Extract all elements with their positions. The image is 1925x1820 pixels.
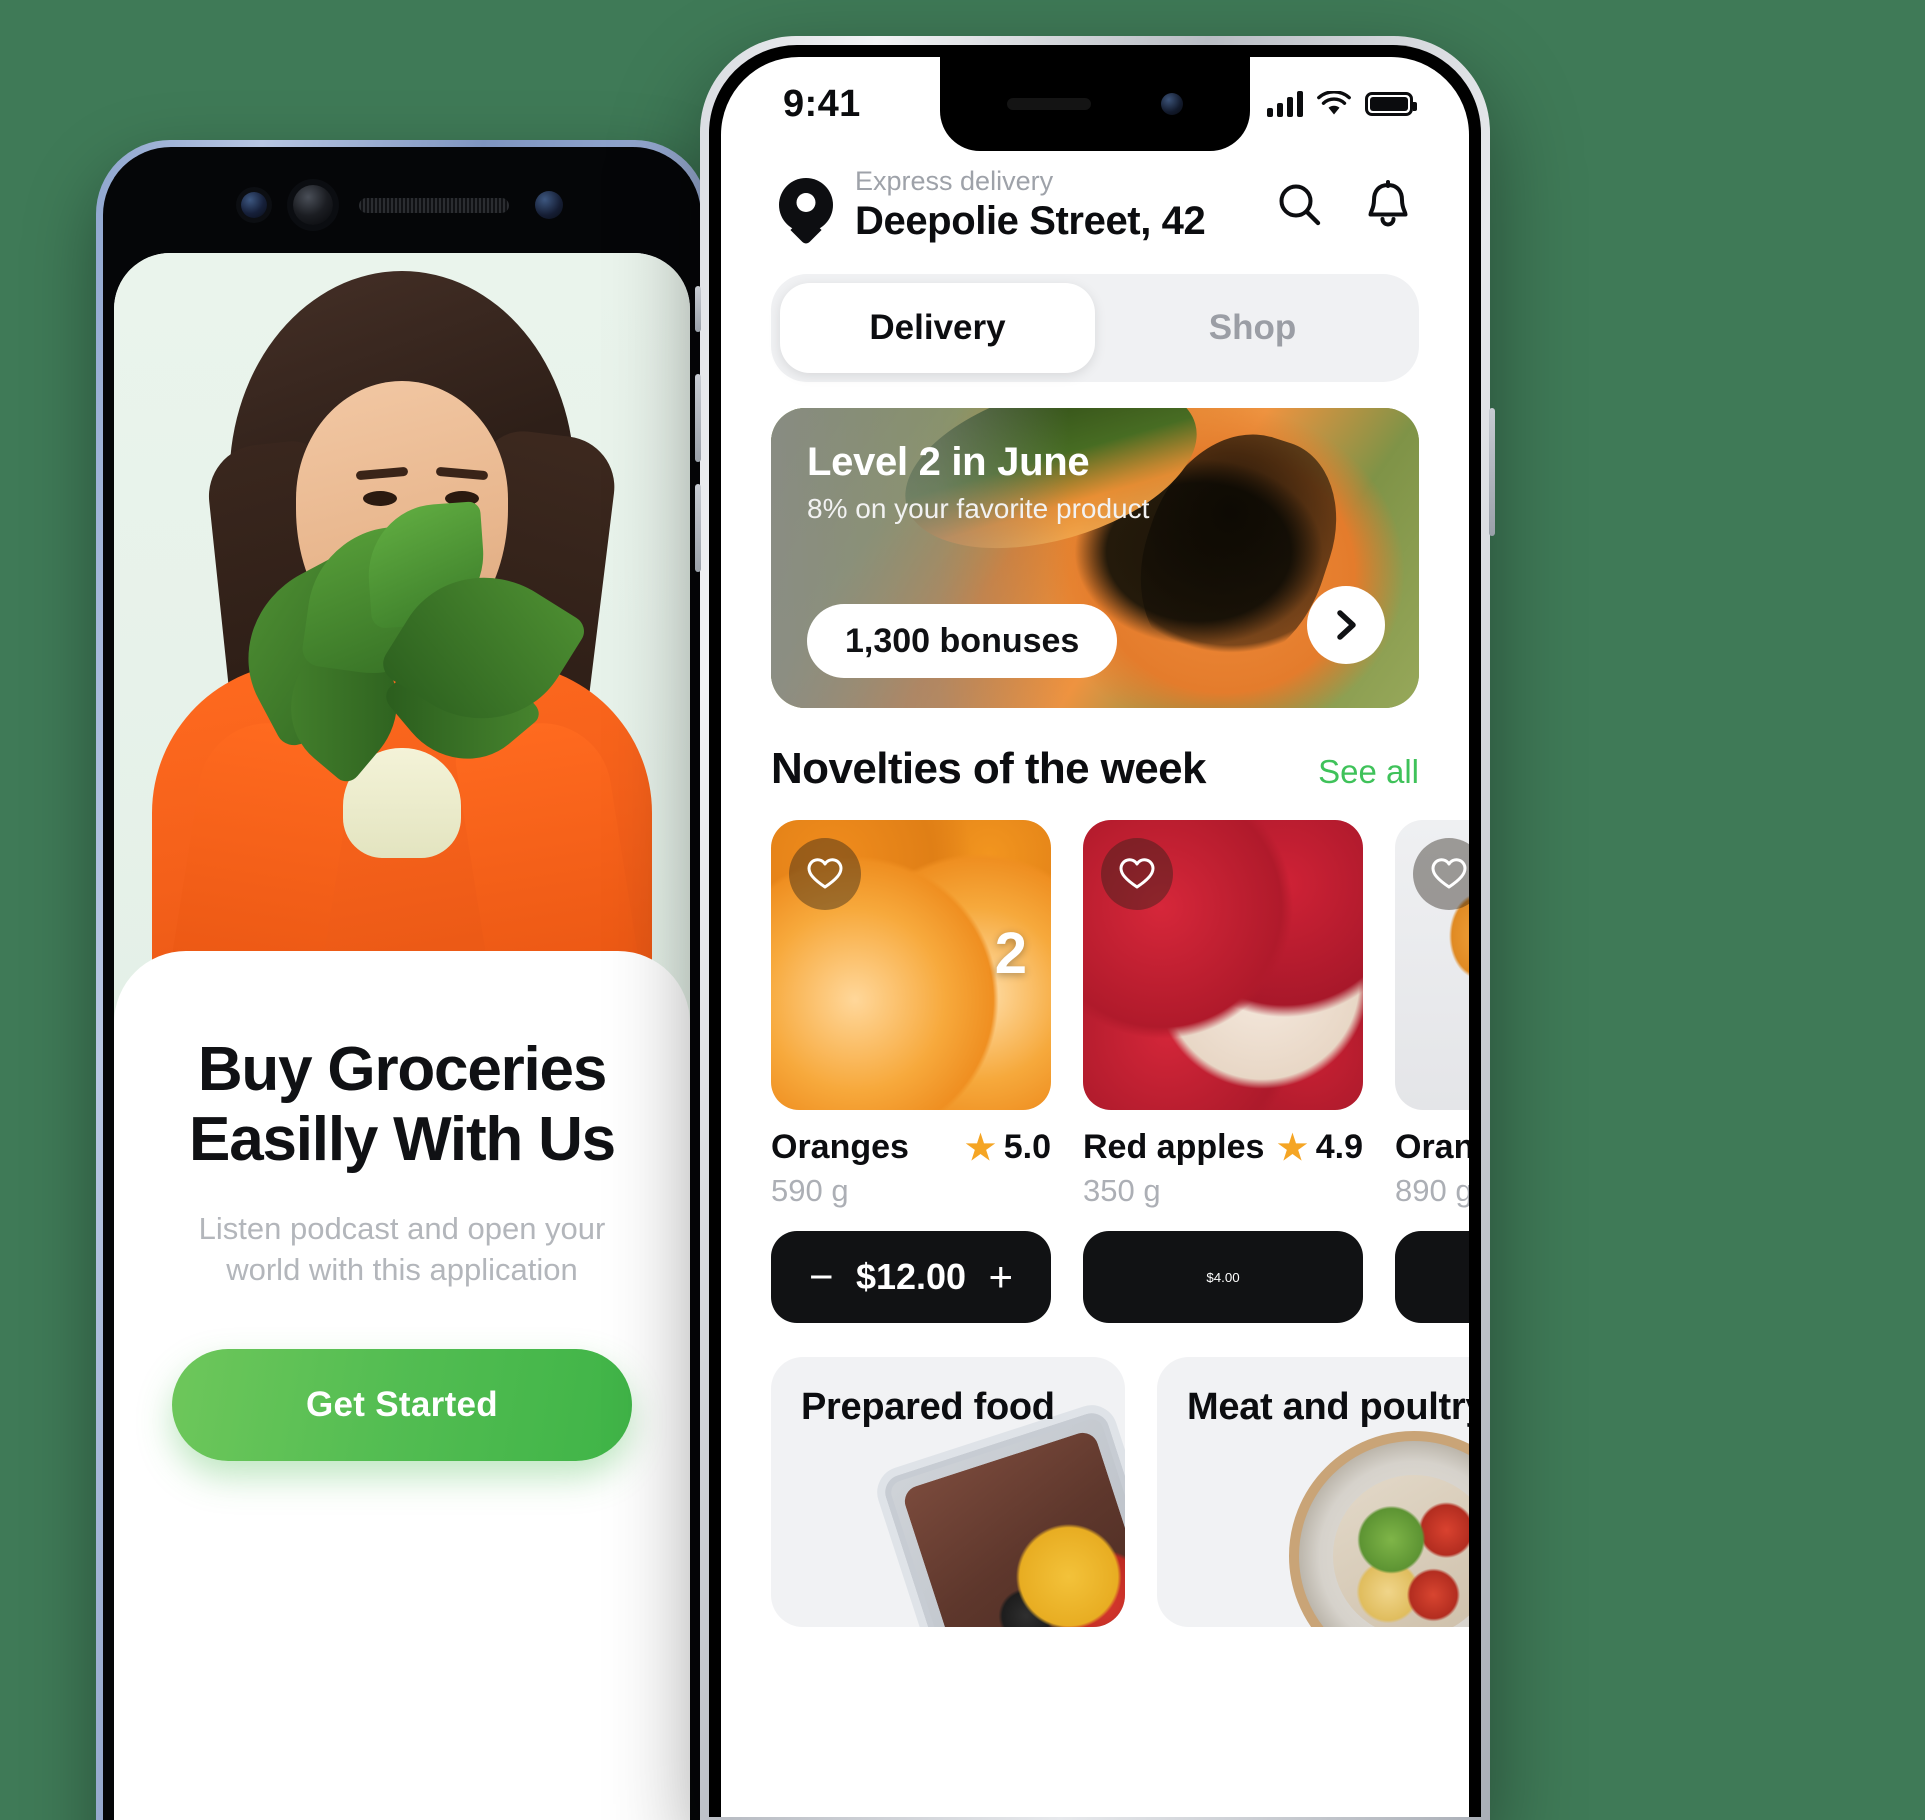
right-phone-mockup: 9:41 Express delivery Deepolie Street, 4… xyxy=(695,36,1495,1820)
category-title: Meat and poultry xyxy=(1187,1386,1469,1429)
product-image: 2 xyxy=(771,820,1051,1111)
favorite-button[interactable] xyxy=(1101,838,1173,911)
left-phone-top-bezel xyxy=(114,157,690,253)
left-phone-mockup: Buy Groceries Easilly With Us Listen pod… xyxy=(96,140,708,1820)
add-to-cart-button[interactable]: $4.00 xyxy=(1083,1231,1363,1324)
delivery-address: Deepolie Street, 42 xyxy=(855,199,1206,244)
camera-lens-icon xyxy=(293,185,333,225)
status-time: 9:41 xyxy=(783,82,861,125)
heart-icon xyxy=(807,858,843,889)
front-camera-icon xyxy=(241,192,267,218)
heart-icon xyxy=(1119,858,1155,889)
right-phone-body: 9:41 Express delivery Deepolie Street, 4… xyxy=(709,45,1481,1817)
address-block[interactable]: Express delivery Deepolie Street, 42 xyxy=(855,165,1249,244)
cellular-signal-icon xyxy=(1267,91,1303,117)
header-actions xyxy=(1271,176,1417,234)
earpiece-speaker-icon xyxy=(359,197,509,213)
tab-shop[interactable]: Shop xyxy=(1095,283,1410,373)
screenshot-stage: Buy Groceries Easilly With Us Listen pod… xyxy=(0,0,1925,1820)
product-weight: 590 g xyxy=(771,1173,849,1209)
product-image xyxy=(1395,820,1469,1111)
quantity-stepper[interactable]: − $12.00 + xyxy=(771,1231,1051,1324)
product-weight: 350 g xyxy=(1083,1173,1161,1209)
onboarding-content-sheet: Buy Groceries Easilly With Us Listen pod… xyxy=(114,951,690,1461)
status-bar: 9:41 xyxy=(721,57,1469,151)
onboarding-headline: Buy Groceries Easilly With Us xyxy=(189,1035,616,1175)
product-rating: ★ 5.0 xyxy=(965,1128,1051,1167)
product-title-row: Red apples ★ 4.9 xyxy=(1083,1128,1363,1167)
volume-up-button[interactable] xyxy=(695,374,701,462)
chevron-right-icon xyxy=(1337,610,1356,641)
product-carousel[interactable]: 2 Oranges ★ 5.0 590 g − $12.00 + Red app… xyxy=(771,820,1469,1324)
promo-banner[interactable]: Level 2 in June 8% on your favorite prod… xyxy=(771,408,1419,709)
rating-value: 5.0 xyxy=(1003,1128,1051,1167)
app-header: Express delivery Deepolie Street, 42 xyxy=(721,151,1469,244)
app-screen: 9:41 Express delivery Deepolie Street, 4… xyxy=(721,57,1469,1817)
promo-title: Level 2 in June xyxy=(807,440,1090,485)
add-to-cart-button[interactable] xyxy=(1395,1231,1469,1324)
product-price: $12.00 xyxy=(855,1256,967,1298)
onboarding-hero-image xyxy=(114,253,690,1023)
map-pin-icon xyxy=(779,177,833,232)
see-all-button[interactable]: See all xyxy=(1318,753,1419,791)
tab-delivery[interactable]: Delivery xyxy=(780,283,1095,374)
product-rating: ★ 4.9 xyxy=(1277,1128,1363,1167)
left-phone-body: Buy Groceries Easilly With Us Listen pod… xyxy=(103,147,701,1820)
wifi-icon xyxy=(1317,91,1351,115)
product-weight: 890 g xyxy=(1395,1173,1469,1209)
status-icons xyxy=(1267,91,1417,117)
prepared-food-image xyxy=(870,1398,1125,1628)
product-title-row: Oranges ★ 5.0 xyxy=(771,1128,1051,1167)
meat-poultry-image xyxy=(1289,1431,1469,1628)
bonuses-button[interactable]: 1,300 bonuses xyxy=(807,604,1118,679)
promo-next-button[interactable] xyxy=(1307,586,1385,665)
category-title: Prepared food xyxy=(801,1386,1055,1429)
battery-full-icon xyxy=(1365,92,1417,116)
product-name: Oranges xyxy=(771,1128,909,1167)
eye-left xyxy=(363,491,397,506)
increase-quantity-button[interactable]: + xyxy=(984,1256,1017,1298)
onboarding-subtitle: Listen podcast and open your world with … xyxy=(198,1211,606,1287)
search-button[interactable] xyxy=(1271,176,1329,234)
rating-value: 4.9 xyxy=(1315,1128,1363,1167)
product-image xyxy=(1083,820,1363,1111)
get-started-button[interactable]: Get Started xyxy=(172,1348,632,1461)
star-icon: ★ xyxy=(965,1128,996,1167)
heart-icon xyxy=(1431,858,1467,889)
star-icon: ★ xyxy=(1277,1128,1308,1167)
product-card[interactable]: 2 Oranges ★ 5.0 590 g − $12.00 + xyxy=(771,820,1051,1324)
category-card-meat-poultry[interactable]: Meat and poultry xyxy=(1157,1357,1469,1628)
bell-icon xyxy=(1368,179,1408,227)
category-row: Prepared food Meat and poultry xyxy=(771,1357,1469,1628)
silent-switch[interactable] xyxy=(695,286,701,332)
promo-subtitle: 8% on your favorite product xyxy=(807,493,1150,525)
product-card[interactable]: Red apples ★ 4.9 350 g $4.00 xyxy=(1083,820,1363,1324)
decrease-quantity-button[interactable]: − xyxy=(805,1256,838,1298)
section-title: Novelties of the week xyxy=(771,744,1206,794)
category-card-prepared-food[interactable]: Prepared food xyxy=(771,1357,1125,1628)
novelties-section-header: Novelties of the week See all xyxy=(771,744,1419,794)
left-phone-screen: Buy Groceries Easilly With Us Listen pod… xyxy=(114,253,690,1820)
mode-tabs: Delivery Shop xyxy=(771,274,1419,383)
sensor-icon xyxy=(535,191,563,219)
favorite-button[interactable] xyxy=(1413,838,1469,911)
quantity-badge: 2 xyxy=(994,921,1027,987)
product-name: Red apples xyxy=(1083,1128,1265,1167)
product-card[interactable]: Oranges 890 g xyxy=(1395,820,1469,1324)
notifications-button[interactable] xyxy=(1359,176,1417,234)
delivery-type-label: Express delivery xyxy=(855,166,1054,196)
product-title-row: Oranges xyxy=(1395,1128,1469,1167)
power-button[interactable] xyxy=(1489,408,1495,536)
volume-down-button[interactable] xyxy=(695,484,701,572)
product-name: Oranges xyxy=(1395,1128,1469,1167)
search-icon xyxy=(1279,184,1321,225)
favorite-button[interactable] xyxy=(789,838,861,911)
